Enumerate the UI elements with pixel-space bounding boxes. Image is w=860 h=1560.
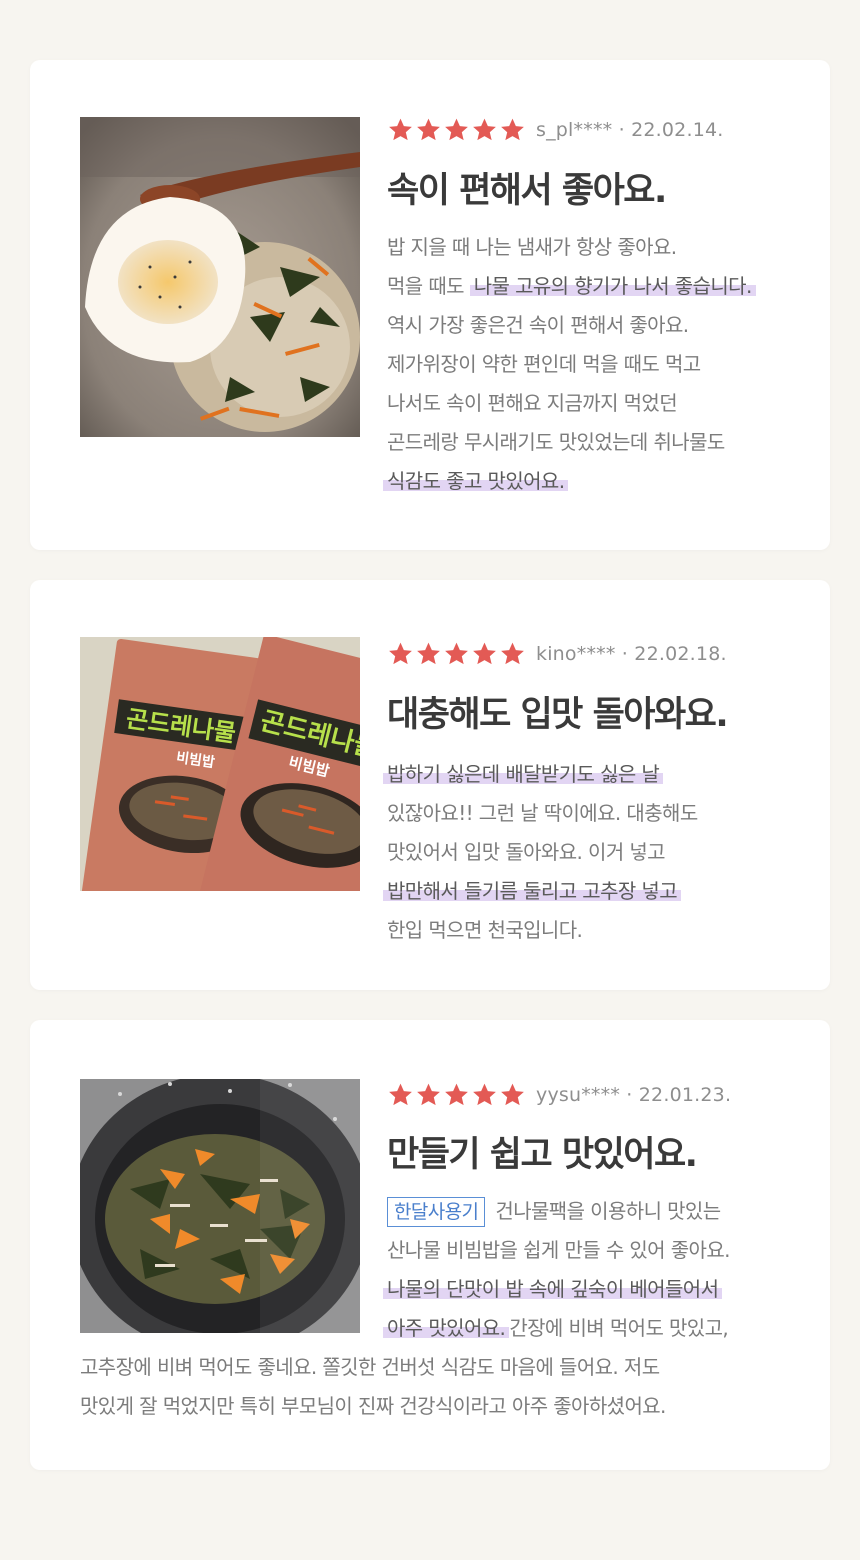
review-title: 대충해도 입맛 돌아와요. <box>387 695 729 735</box>
highlighted-text: 식감도 좋고 맛있어요. <box>383 469 569 493</box>
reviewer-name: s_pl**** <box>536 119 613 141</box>
star-icon <box>443 117 470 143</box>
star-rating <box>387 117 526 143</box>
review-line: 아주 맛있어요. 간장에 비벼 먹어도 맛있고, <box>383 1309 730 1348</box>
star-icon <box>471 117 498 143</box>
review-line: 맛있게 잘 먹었지만 특히 부모님이 진짜 건강식이라고 아주 좋아하셨어요. <box>80 1394 666 1418</box>
review-line: 밥하기 싫은데 배달받기도 싫은 날 <box>383 755 698 794</box>
review-meta: s_pl**** · 22.02.14. <box>387 117 724 143</box>
star-rating <box>387 641 526 667</box>
star-icon <box>415 641 442 667</box>
rice-cooker-photo <box>80 1079 360 1333</box>
review-photo[interactable] <box>80 117 360 437</box>
review-line: 먹을 때도 나물 고유의 향기가 나서 좋습니다. <box>387 267 756 306</box>
review-line: 제가위장이 약한 편인데 먹을 때도 먹고 <box>387 352 701 376</box>
star-icon <box>415 117 442 143</box>
review-tag[interactable]: 한달사용기 <box>387 1197 486 1227</box>
review-line: 있잖아요!! 그런 날 딱이에요. 대충해도 <box>387 801 698 825</box>
review-line: 한달사용기 건나물팩을 이용하니 맛있는 <box>387 1192 730 1231</box>
review-body: 밥하기 싫은데 배달받기도 싫은 날 있잖아요!! 그런 날 딱이에요. 대충해… <box>383 755 698 950</box>
review-line: 맛있어서 입맛 돌아와요. 이거 넣고 <box>387 840 666 864</box>
review-card: yysu**** · 22.01.23. 만들기 쉽고 맛있어요. 한달사용기 건… <box>30 1020 830 1470</box>
reviewer-info: yysu**** · 22.01.23. <box>536 1084 732 1106</box>
star-icon <box>443 641 470 667</box>
highlighted-text: 밥만해서 들기름 둘리고 고추장 넣고 <box>383 879 682 903</box>
review-date: 22.01.23. <box>638 1084 732 1106</box>
review-meta: kino**** · 22.02.18. <box>387 641 727 667</box>
review-photo[interactable]: 곤드레나물 비빔밥 곤드레나물 비빔밥 <box>80 637 360 891</box>
reviewer-info: s_pl**** · 22.02.14. <box>536 119 724 141</box>
review-photo[interactable] <box>80 1079 360 1333</box>
review-body-continued: 고추장에 비벼 먹어도 좋네요. 쫄깃한 건버섯 식감도 마음에 들어요. 저도… <box>80 1348 666 1426</box>
review-line: 밥 지을 때 나는 냄새가 항상 좋아요. <box>387 235 677 259</box>
star-icon <box>387 1082 414 1108</box>
review-line: 산나물 비빔밥을 쉽게 만들 수 있어 좋아요. <box>387 1238 731 1262</box>
reviewer-name: kino**** <box>536 643 616 665</box>
review-card: s_pl**** · 22.02.14. 속이 편해서 좋아요. 밥 지을 때 … <box>30 60 830 550</box>
review-line: 나물의 단맛이 밥 속에 깊숙이 베어들어서 <box>383 1270 730 1309</box>
star-icon <box>471 1082 498 1108</box>
star-icon <box>387 117 414 143</box>
star-icon <box>415 1082 442 1108</box>
reviewer-name: yysu**** <box>536 1084 621 1106</box>
reviewer-info: kino**** · 22.02.18. <box>536 643 727 665</box>
product-package-photo: 곤드레나물 비빔밥 곤드레나물 비빔밥 <box>80 637 360 891</box>
star-icon <box>499 641 526 667</box>
star-icon <box>443 1082 470 1108</box>
review-date: 22.02.14. <box>631 119 724 141</box>
highlighted-text: 밥하기 싫은데 배달받기도 싫은 날 <box>383 762 664 786</box>
review-meta: yysu**** · 22.01.23. <box>387 1082 731 1108</box>
review-line: 곤드레랑 무시래기도 맛있었는데 취나물도 <box>387 430 725 454</box>
review-line: 고추장에 비벼 먹어도 좋네요. 쫄깃한 건버섯 식감도 마음에 들어요. 저도 <box>80 1355 660 1379</box>
review-title: 만들기 쉽고 맛있어요. <box>387 1135 698 1175</box>
review-line: 한입 먹으면 천국입니다. <box>387 918 583 942</box>
review-line: 나서도 속이 편해요 지금까지 먹었던 <box>387 391 678 415</box>
bibimbap-photo <box>80 117 360 437</box>
star-rating <box>387 1082 526 1108</box>
review-line: 역시 가장 좋은건 속이 편해서 좋아요. <box>387 313 689 337</box>
highlighted-text: 아주 맛있어요. <box>383 1316 510 1340</box>
review-body: 밥 지을 때 나는 냄새가 항상 좋아요. 먹을 때도 나물 고유의 향기가 나… <box>383 228 756 501</box>
star-icon <box>387 641 414 667</box>
highlighted-text: 나물의 단맛이 밥 속에 깊숙이 베어들어서 <box>383 1277 723 1301</box>
review-card: 곤드레나물 비빔밥 곤드레나물 비빔밥 kino**** · 22.02.18.… <box>30 580 830 990</box>
highlighted-text: 나물 고유의 향기가 나서 좋습니다. <box>469 274 756 298</box>
review-date: 22.02.18. <box>634 643 727 665</box>
review-line: 밥만해서 들기름 둘리고 고추장 넣고 <box>383 872 698 911</box>
star-icon <box>471 641 498 667</box>
star-icon <box>499 1082 526 1108</box>
star-icon <box>499 117 526 143</box>
review-body: 한달사용기 건나물팩을 이용하니 맛있는 산나물 비빔밥을 쉽게 만들 수 있어 … <box>383 1192 731 1348</box>
review-line: 식감도 좋고 맛있어요. <box>383 462 756 501</box>
review-title: 속이 편해서 좋아요. <box>387 171 667 211</box>
